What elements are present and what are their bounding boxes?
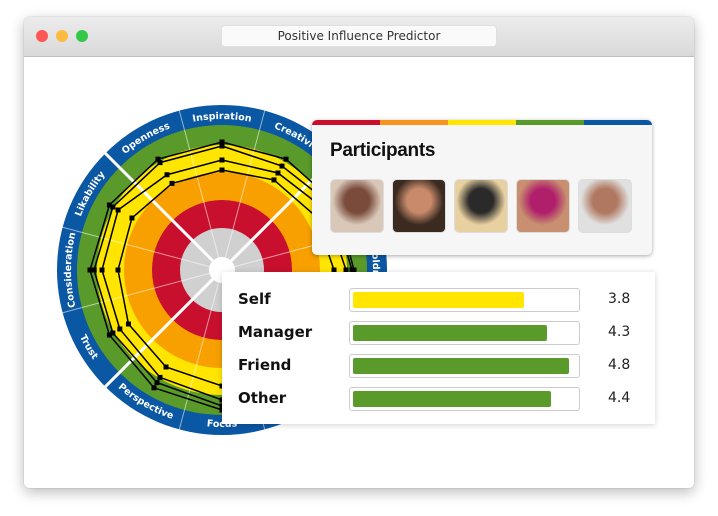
avatar[interactable]: [330, 179, 384, 233]
avatar[interactable]: [516, 179, 570, 233]
radar-point: [99, 267, 105, 273]
score-bar: [349, 387, 580, 411]
strip-segment: [312, 120, 380, 125]
radar-point: [117, 326, 123, 332]
radar-point: [283, 156, 289, 162]
participants-card: Participants: [312, 120, 652, 255]
score-value: 4.3: [608, 324, 631, 340]
strip-segment: [448, 120, 516, 125]
radar-point: [219, 143, 225, 149]
radar-point: [219, 157, 225, 163]
score-bar-fill: [353, 292, 524, 308]
score-bar: [349, 321, 580, 345]
score-value: 4.4: [608, 390, 631, 406]
avatar[interactable]: [578, 179, 632, 233]
scores-card: Self 3.8 Manager 4.3 Friend 4.8 Other 4.4: [222, 272, 655, 424]
radar-point: [275, 170, 281, 176]
participants-title: Participants: [330, 140, 436, 161]
score-label: Manager: [238, 323, 313, 341]
score-value: 4.8: [608, 357, 631, 373]
radar-point: [110, 330, 116, 336]
strip-segment: [516, 120, 584, 125]
score-row-manager: Manager 4.3: [222, 321, 655, 345]
radar-point: [129, 215, 135, 221]
color-strip: [312, 120, 652, 125]
radar-point: [163, 364, 169, 370]
score-bar-fill: [353, 391, 551, 407]
radar-point: [271, 177, 277, 183]
radar-point: [115, 267, 121, 273]
score-label: Self: [238, 290, 271, 308]
score-value: 3.8: [608, 291, 631, 307]
score-label: Other: [238, 389, 287, 407]
radar-point: [169, 180, 175, 186]
radar-point: [91, 267, 97, 273]
radar-point: [154, 380, 160, 386]
app-window: Positive Influence Predictor Inspiration…: [24, 17, 694, 488]
radar-point: [164, 172, 170, 178]
avatar[interactable]: [454, 179, 508, 233]
radar-point: [219, 167, 225, 173]
score-row-self: Self 3.8: [222, 288, 655, 312]
score-bar-fill: [353, 325, 547, 341]
score-label: Friend: [238, 356, 292, 374]
score-row-friend: Friend 4.8: [222, 354, 655, 378]
score-bar: [349, 354, 580, 378]
radar-point: [151, 385, 157, 391]
radar-point: [157, 374, 163, 380]
strip-segment: [380, 120, 448, 125]
radar-point: [110, 204, 116, 210]
score-row-other: Other 4.4: [222, 387, 655, 411]
strip-segment: [584, 120, 652, 125]
score-bar: [349, 288, 580, 312]
score-bar-fill: [353, 358, 569, 374]
radar-point: [115, 207, 121, 213]
radar-point: [125, 321, 131, 327]
radar-point: [157, 160, 163, 166]
radar-point: [279, 163, 285, 169]
avatar[interactable]: [392, 179, 446, 233]
